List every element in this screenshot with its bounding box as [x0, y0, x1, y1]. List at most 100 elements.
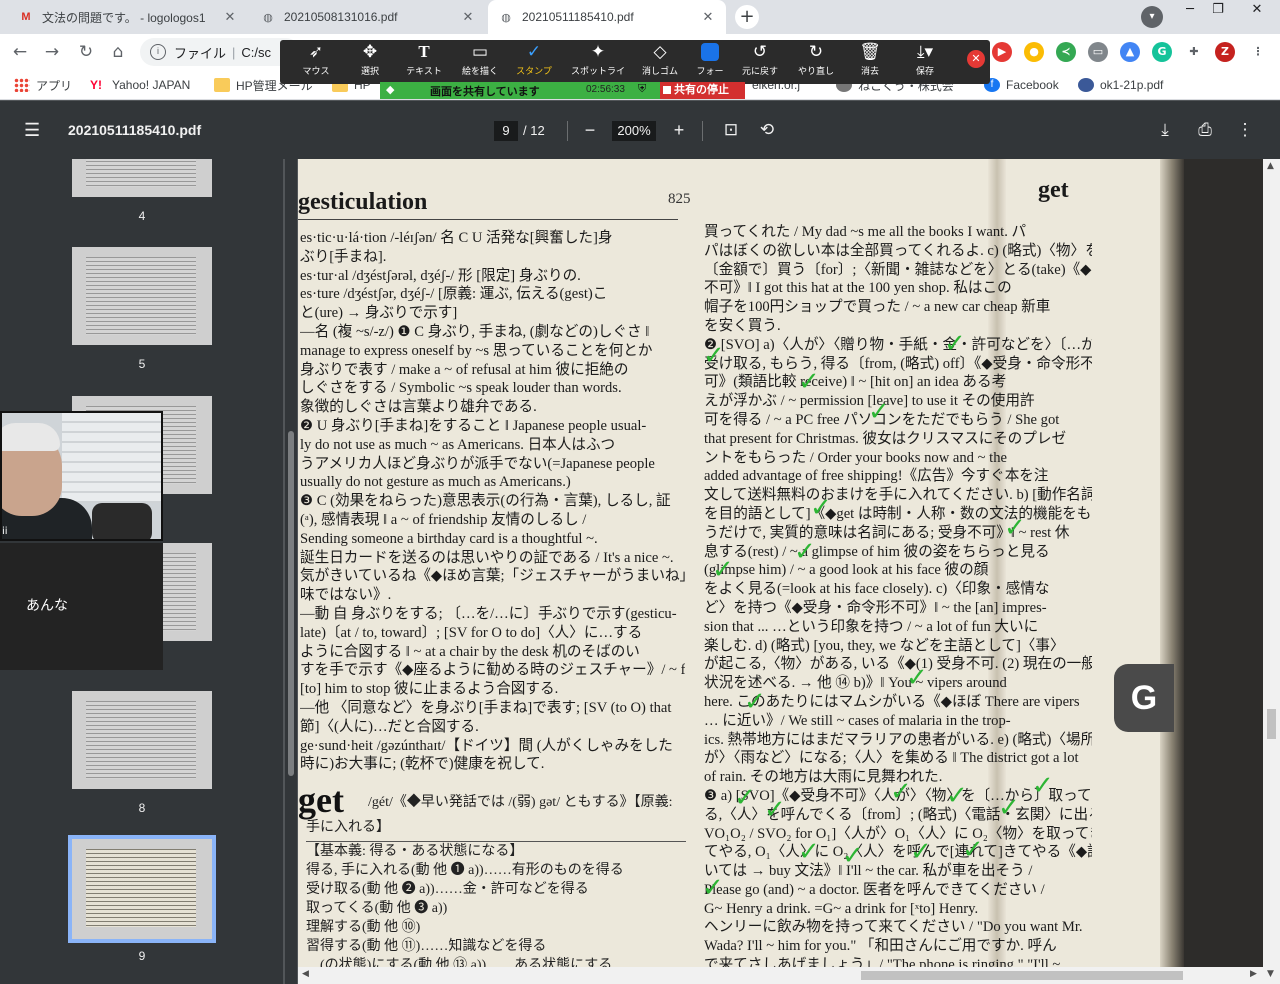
menu-dots-icon[interactable]: ⋮ [1248, 42, 1268, 62]
tool-select[interactable]: ✥ 選択 [342, 40, 398, 84]
text-line: る,〈人〉を呼んでくる〔from〕; (略式)〈電話・玄関〉に出る; [S [704, 806, 1092, 823]
trash-icon: 🗑 [859, 42, 881, 62]
extension-icon[interactable]: ▲ [1120, 42, 1140, 62]
text-line: ly do not use as much ~ as Americans. 日本… [300, 436, 616, 453]
tool-mouse[interactable]: ➶ マウス [288, 40, 344, 84]
scrollbar-thumb[interactable] [288, 431, 294, 776]
rotate-icon[interactable]: ⟲ [755, 118, 779, 142]
thumbnail-page[interactable] [72, 691, 212, 789]
bookmark-label: Yahoo! JAPAN [112, 78, 191, 92]
more-options-icon[interactable]: ⋮ [1233, 118, 1257, 142]
scrollbar-thumb[interactable] [861, 971, 1183, 980]
shield-icon: ⛨ [638, 83, 647, 95]
tool-undo[interactable]: ↺ 元に戻す [732, 40, 788, 84]
text-line: …(の状態)にする(動 他 ⑬ a))……ある状態にする [306, 958, 613, 967]
tool-text[interactable]: T テキスト [396, 40, 452, 84]
text-line: 〔金額で〕買う〔for〕;〈新聞・雑誌などを〉とる(take)《◆受身 [704, 261, 1092, 278]
bookmark-apps[interactable]: アプリ [14, 75, 72, 95]
tab-search-icon[interactable]: ▾ [1141, 6, 1163, 28]
scroll-left-icon[interactable]: ◀ [302, 969, 309, 979]
stop-share-button[interactable]: 共有の停止 [660, 82, 745, 99]
reload-button[interactable]: ↻ [74, 41, 98, 65]
close-tab-icon[interactable]: ✕ [460, 9, 476, 25]
thumbnail-page[interactable] [72, 247, 212, 345]
annotation-toolbar: ➶ マウス ✥ 選択 T テキスト ▭ 絵を描く ✓ スタンプ ✦ スポットライ ◇ 消しゴム… [280, 40, 990, 84]
text-line: 節]〈(人に)…だと合図する. [300, 718, 479, 735]
hamburger-menu-icon[interactable]: ☰ [24, 120, 44, 140]
close-tab-icon[interactable]: ✕ [222, 9, 238, 25]
horizontal-scrollbar[interactable]: ◀ ▶ [298, 967, 1263, 984]
extension-icon[interactable]: ▶ [992, 42, 1012, 62]
check-stamp-icon: ✓ [734, 783, 756, 813]
bookmark-pdf[interactable]: ok1-21p.pdf [1078, 75, 1163, 95]
zoom-in-button[interactable]: + [667, 118, 691, 142]
check-stamp-icon: ✓ [842, 841, 864, 871]
tool-format[interactable]: フォー [682, 40, 738, 84]
tab-label: 文法の問題です。 - logologos1 [42, 10, 206, 25]
text-line: ❷ [SVO] a)〈人が〉〈贈り物・手紙・金・許可などを〉〔…から〕 [704, 336, 1092, 353]
participant-label: あんな [26, 598, 68, 614]
tab-pdf-2[interactable]: ◍ 20210511185410.pdf ✕ [488, 0, 726, 34]
divider: | [232, 44, 236, 60]
thumbnail-page-current[interactable] [68, 835, 216, 943]
text-line: をよく見る(=look at his face closely). c)〈印象・… [704, 581, 1050, 598]
download-icon[interactable]: ⤓ [1153, 118, 1177, 142]
extension-icon[interactable]: ▭ [1088, 42, 1108, 62]
tool-save[interactable]: ⤓▾ 保存 [897, 40, 953, 84]
bookmark-facebook[interactable]: f Facebook [984, 75, 1059, 95]
tool-eraser[interactable]: ◇ 消しゴム [632, 40, 688, 84]
thumbnail-page[interactable] [72, 159, 212, 197]
info-icon[interactable]: i [150, 44, 166, 60]
scroll-down-icon[interactable]: ▼ [1267, 969, 1274, 979]
text-line: いては → buy 文法》‖ I'll ~ the car. 私が車を出そう / [704, 863, 1033, 880]
home-button[interactable]: ⌂ [106, 41, 130, 65]
text-line: ―名 (複 ~s/-z/) ❶ C 身ぶり, 手まね, (劇などの)しぐさ ‖ [300, 323, 650, 340]
scrollbar-thumb[interactable] [1267, 709, 1276, 739]
spotlight-icon: ✦ [590, 42, 606, 62]
thumbnail-number: 9 [138, 949, 146, 963]
tool-clear[interactable]: 🗑 消去 [842, 40, 898, 84]
bookmark-yahoo[interactable]: Y! Yahoo! JAPAN [90, 75, 190, 95]
address-bar[interactable]: i ファイル | C:/sc [140, 38, 300, 66]
tab-pdf-1[interactable]: ◍ 20210508131016.pdf ✕ [250, 0, 486, 34]
text-line: 【基本義: 得る・ある状態になる】 [306, 844, 524, 859]
zoom-level-input[interactable]: 200% [612, 121, 656, 141]
sidebar-scrollbar[interactable] [285, 159, 297, 984]
text-line: usually do not gesture as much as Americ… [300, 474, 571, 491]
vertical-scrollbar[interactable]: ▲ ▼ [1263, 159, 1280, 984]
stop-share-label: 共有の停止 [674, 84, 729, 96]
text-line: 買ってくれた / My dad ~s me all the books I wa… [704, 224, 1027, 240]
text-line: えが浮かぶ / ~ permission [leave] to use it そ… [704, 393, 1035, 410]
close-window-button[interactable]: ✕ [1237, 0, 1277, 22]
text-line: (ᵃ), 感情表現 ‖ a ~ of friendship 友情のしるし / [300, 511, 587, 528]
tool-redo[interactable]: ↻ やり直し [788, 40, 844, 84]
back-button[interactable]: ← [8, 41, 32, 65]
text-line: 息する(rest) / ~ a glimpse of him 彼の姿をちらっと見… [704, 543, 1050, 560]
new-tab-button[interactable]: + [735, 5, 759, 29]
grammarly-icon[interactable]: G [1152, 42, 1172, 62]
extension-icon[interactable]: ● [1024, 42, 1044, 62]
tool-stamp[interactable]: ✓ スタンプ [506, 40, 562, 84]
zoom-out-button[interactable]: − [578, 118, 602, 142]
extension-icon[interactable]: ≺ [1056, 42, 1076, 62]
eraser-icon: ◇ [653, 42, 667, 62]
extensions-puzzle-icon[interactable]: ✚ [1184, 42, 1204, 62]
fit-page-icon[interactable]: ⊡ [719, 118, 743, 142]
share-timer: 02:56:33 [586, 84, 625, 95]
forward-button[interactable]: → [40, 41, 64, 65]
page-number-input[interactable]: 9 [494, 121, 518, 141]
text-line: で来てさしあげましょう」/ "The phone is ringing." "I… [704, 957, 1061, 967]
close-toolbar-icon[interactable]: ✕ [967, 50, 985, 68]
profile-avatar[interactable]: Z [1215, 42, 1235, 62]
tab-gmail[interactable]: M 文法の問題です。 - logologos1 ✕ [8, 0, 248, 34]
scroll-up-icon[interactable]: ▲ [1267, 161, 1274, 171]
text-line: 取ってくる(動 他 ❸ a)) [306, 901, 448, 916]
close-tab-icon[interactable]: ✕ [700, 9, 716, 25]
scroll-right-icon[interactable]: ▶ [1250, 969, 1257, 979]
tool-draw[interactable]: ▭ 絵を描く [452, 40, 508, 84]
minimize-button[interactable]: ─ [1175, 0, 1205, 22]
tool-spotlight[interactable]: ✦ スポットライ [570, 40, 626, 84]
restore-button[interactable]: ❐ [1203, 0, 1233, 22]
apps-grid-icon [14, 78, 30, 92]
print-icon[interactable]: ⎙ [1193, 118, 1217, 142]
